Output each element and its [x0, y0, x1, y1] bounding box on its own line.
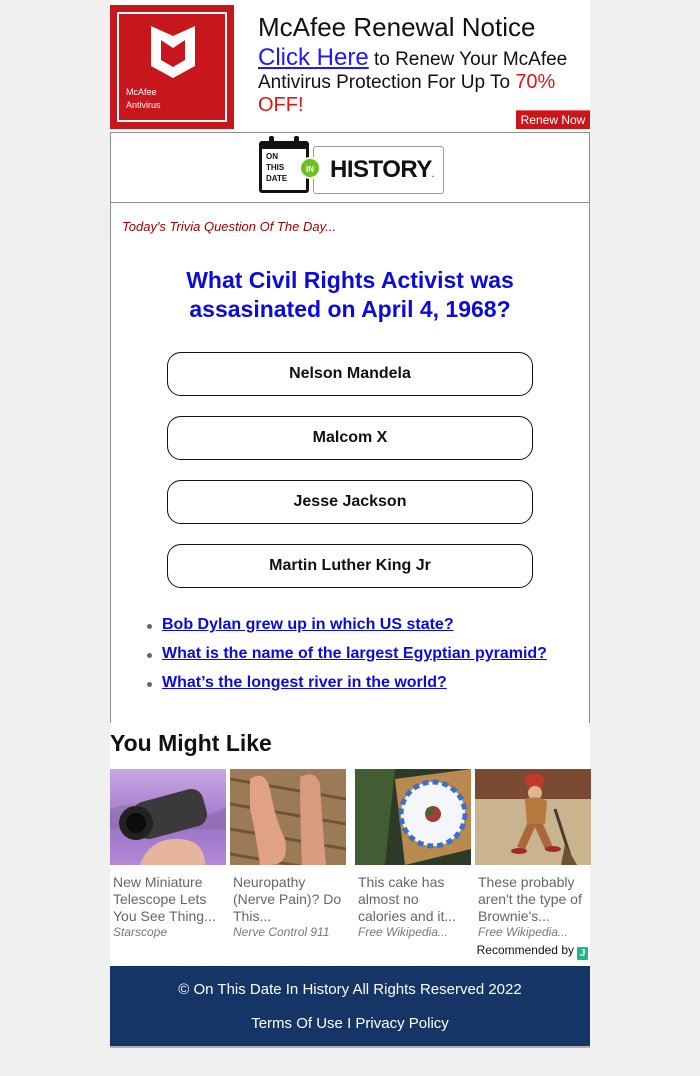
renew-now-button[interactable]: Renew Now: [516, 110, 590, 129]
footer-separator: I: [342, 1015, 356, 1032]
recommendation-source: Starscope: [113, 925, 168, 939]
answer-options: Nelson Mandela Malcom X Jesse Jackson Ma…: [111, 352, 589, 588]
you-might-like-section: You Might Like New Miniature Telescope L…: [110, 723, 591, 966]
logo-on: ON: [266, 152, 278, 161]
telescope-image: [110, 769, 226, 865]
history-box: HISTORY.: [313, 146, 444, 194]
recommendation-source: Nerve Control 911: [233, 925, 330, 939]
related-question-item: What’s the longest river in the world?: [147, 674, 589, 703]
recommendation-source: Free Wikipedia...: [478, 925, 568, 939]
recommendation-source: Free Wikipedia...: [358, 925, 448, 939]
answer-option[interactable]: Jesse Jackson: [167, 480, 533, 524]
trivia-intro: Today's Trivia Question Of The Day...: [122, 219, 336, 234]
related-question-item: What is the name of the largest Egyptian…: [147, 645, 589, 674]
recommendation-text: These probably aren't the type of Browni…: [478, 874, 582, 924]
click-here-link[interactable]: Click Here: [258, 44, 369, 71]
recommendation-card[interactable]: This cake has almost no calories and it.…: [355, 769, 471, 939]
ad-title: McAfee Renewal Notice: [258, 12, 536, 42]
mcafee-ad-banner[interactable]: McAfee Antivirus McAfee Renewal Notice C…: [110, 0, 590, 132]
recommendation-text: This cake has almost no calories and it.…: [358, 874, 457, 924]
feet-image: [229, 769, 347, 876]
related-question-item: Bob Dylan grew up in which US state?: [147, 616, 589, 645]
logo-history: HISTORY: [330, 156, 432, 183]
you-might-like-title: You Might Like: [110, 730, 272, 756]
recommender-logo-icon: J: [577, 947, 588, 960]
related-question-link[interactable]: What’s the longest river in the world?: [162, 674, 447, 691]
recommendation-text: Neuropathy (Nerve Pain)? Do This...: [233, 874, 342, 924]
brownie-illustration-image: [475, 769, 591, 865]
trivia-question: What Civil Rights Activist was assasinat…: [186, 267, 514, 322]
recommended-by[interactable]: Recommended by J: [477, 943, 588, 960]
logo-this: THIS: [266, 163, 285, 172]
mcafee-shield-icon: [151, 26, 195, 78]
related-question-link[interactable]: What is the name of the largest Egyptian…: [162, 645, 547, 662]
mcafee-logo: McAfee Antivirus: [110, 5, 234, 129]
answer-option[interactable]: Martin Luther King Jr: [167, 544, 533, 588]
footer-copyright: © On This Date In History All Rights Res…: [178, 981, 522, 998]
in-badge: IN: [299, 157, 321, 179]
related-question-link[interactable]: Bob Dylan grew up in which US state?: [162, 616, 454, 633]
recommendation-grid: New Miniature Telescope Lets You See Thi…: [110, 769, 591, 939]
trivia-card: ON THIS DATE IN HISTORY. Today's Trivia …: [110, 132, 590, 723]
privacy-policy-link[interactable]: Privacy Policy: [355, 1015, 448, 1032]
answer-option[interactable]: Nelson Mandela: [167, 352, 533, 396]
recommendation-card[interactable]: New Miniature Telescope Lets You See Thi…: [110, 769, 226, 939]
logo-text-line1: McAfee: [126, 87, 157, 97]
recommendation-card[interactable]: Neuropathy (Nerve Pain)? Do This... Nerv…: [229, 769, 347, 939]
footer: © On This Date In History All Rights Res…: [110, 966, 590, 1048]
ad-body: Click Here to Renew Your McAfee Antiviru…: [258, 44, 588, 117]
recommendation-card[interactable]: These probably aren't the type of Browni…: [475, 769, 591, 939]
logo-date: DATE: [266, 174, 288, 183]
page-container: McAfee Antivirus McAfee Renewal Notice C…: [110, 0, 591, 1048]
footer-links: Terms Of Use I Privacy Policy: [110, 998, 590, 1032]
logo-text-line2: Antivirus: [126, 100, 161, 110]
recommendation-text: New Miniature Telescope Lets You See Thi…: [113, 874, 216, 924]
recommended-by-label: Recommended by: [476, 943, 574, 957]
terms-of-use-link[interactable]: Terms Of Use: [251, 1015, 343, 1032]
related-questions: Bob Dylan grew up in which US state? Wha…: [111, 616, 589, 723]
answer-option[interactable]: Malcom X: [167, 416, 533, 460]
site-logo[interactable]: ON THIS DATE IN HISTORY.: [111, 133, 589, 203]
cake-plate-image: [355, 769, 471, 865]
